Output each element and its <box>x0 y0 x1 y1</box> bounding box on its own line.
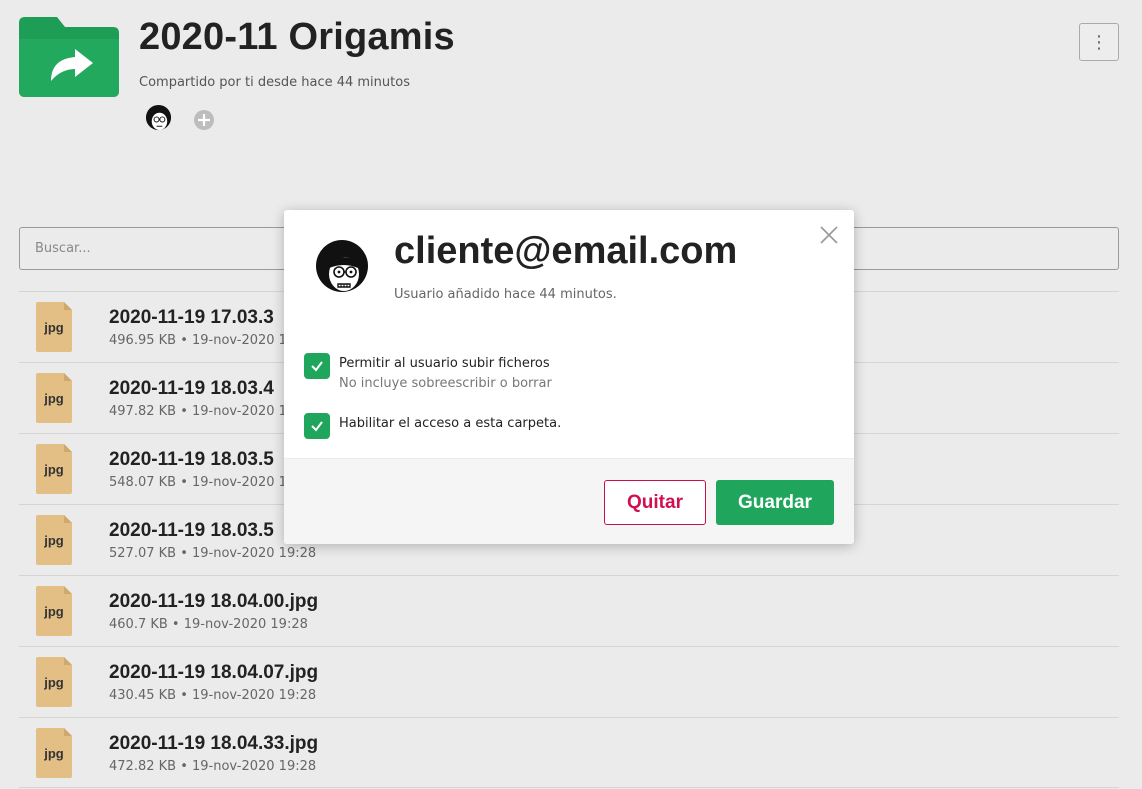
file-name[interactable]: 2020-11-19 18.03.5 <box>109 520 274 542</box>
page-title: 2020-11 Origamis <box>139 16 455 58</box>
close-icon[interactable] <box>818 224 840 246</box>
file-name[interactable]: 2020-11-19 18.04.33.jpg <box>109 733 318 755</box>
jpg-file-icon: jpg <box>36 302 72 352</box>
user-avatar <box>316 240 368 292</box>
file-name[interactable]: 2020-11-19 18.03.4 <box>109 378 274 400</box>
remove-button[interactable]: Quitar <box>604 480 706 525</box>
file-row[interactable]: jpg 2020-11-19 18.04.07.jpg 430.45 KB • … <box>19 646 1119 717</box>
file-meta: 430.45 KB • 19-nov-2020 19:28 <box>109 688 317 703</box>
allow-upload-label: Permitir al usuario subir ficheros <box>339 356 550 371</box>
kebab-menu-icon: ⋮ <box>1090 31 1108 53</box>
add-user-icon[interactable] <box>193 109 215 131</box>
file-meta: 460.7 KB • 19-nov-2020 19:28 <box>109 617 308 632</box>
file-type-label: jpg <box>43 533 64 548</box>
file-row[interactable]: jpg 2020-11-19 18.04.33.jpg 472.82 KB • … <box>19 717 1119 788</box>
file-row[interactable]: jpg 2020-11-19 18.04.00.jpg 460.7 KB • 1… <box>19 575 1119 646</box>
owner-avatar[interactable] <box>144 104 173 133</box>
jpg-file-icon: jpg <box>36 657 72 707</box>
jpg-file-icon: jpg <box>36 515 72 565</box>
user-email: cliente@email.com <box>394 230 738 272</box>
share-status: Compartido por ti desde hace 44 minutos <box>139 75 410 90</box>
jpg-file-icon: jpg <box>36 373 72 423</box>
dialog-footer: Quitar Guardar <box>284 458 854 544</box>
check-icon <box>311 361 323 372</box>
save-button[interactable]: Guardar <box>716 480 834 525</box>
file-type-label: jpg <box>43 604 64 619</box>
file-type-label: jpg <box>43 320 64 335</box>
file-meta: 472.82 KB • 19-nov-2020 19:28 <box>109 759 317 774</box>
file-name[interactable]: 2020-11-19 18.03.5 <box>109 449 274 471</box>
user-added-time: Usuario añadido hace 44 minutos. <box>394 287 617 302</box>
user-permissions-dialog: cliente@email.com Usuario añadido hace 4… <box>284 210 854 544</box>
file-name[interactable]: 2020-11-19 17.03.3 <box>109 307 274 329</box>
file-meta: 548.07 KB • 19-nov-2020 19 <box>109 475 296 490</box>
enable-access-checkbox[interactable] <box>304 413 330 439</box>
file-meta: 497.82 KB • 19-nov-2020 19 <box>109 404 296 419</box>
jpg-file-icon: jpg <box>36 444 72 494</box>
shared-folder-icon <box>19 17 119 97</box>
file-name[interactable]: 2020-11-19 18.04.07.jpg <box>109 662 318 684</box>
allow-upload-hint: No incluye sobreescribir o borrar <box>339 376 552 391</box>
file-type-label: jpg <box>43 675 64 690</box>
file-type-label: jpg <box>43 462 64 477</box>
allow-upload-checkbox[interactable] <box>304 353 330 379</box>
file-name[interactable]: 2020-11-19 18.04.00.jpg <box>109 591 318 613</box>
file-meta: 496.95 KB • 19-nov-2020 19 <box>109 333 296 348</box>
jpg-file-icon: jpg <box>36 728 72 778</box>
check-icon <box>311 421 323 432</box>
file-meta: 527.07 KB • 19-nov-2020 19:28 <box>109 546 317 561</box>
more-options-button[interactable]: ⋮ <box>1079 23 1119 61</box>
file-type-label: jpg <box>43 391 64 406</box>
file-type-label: jpg <box>43 746 64 761</box>
jpg-file-icon: jpg <box>36 586 72 636</box>
enable-access-label: Habilitar el acceso a esta carpeta. <box>339 416 562 431</box>
